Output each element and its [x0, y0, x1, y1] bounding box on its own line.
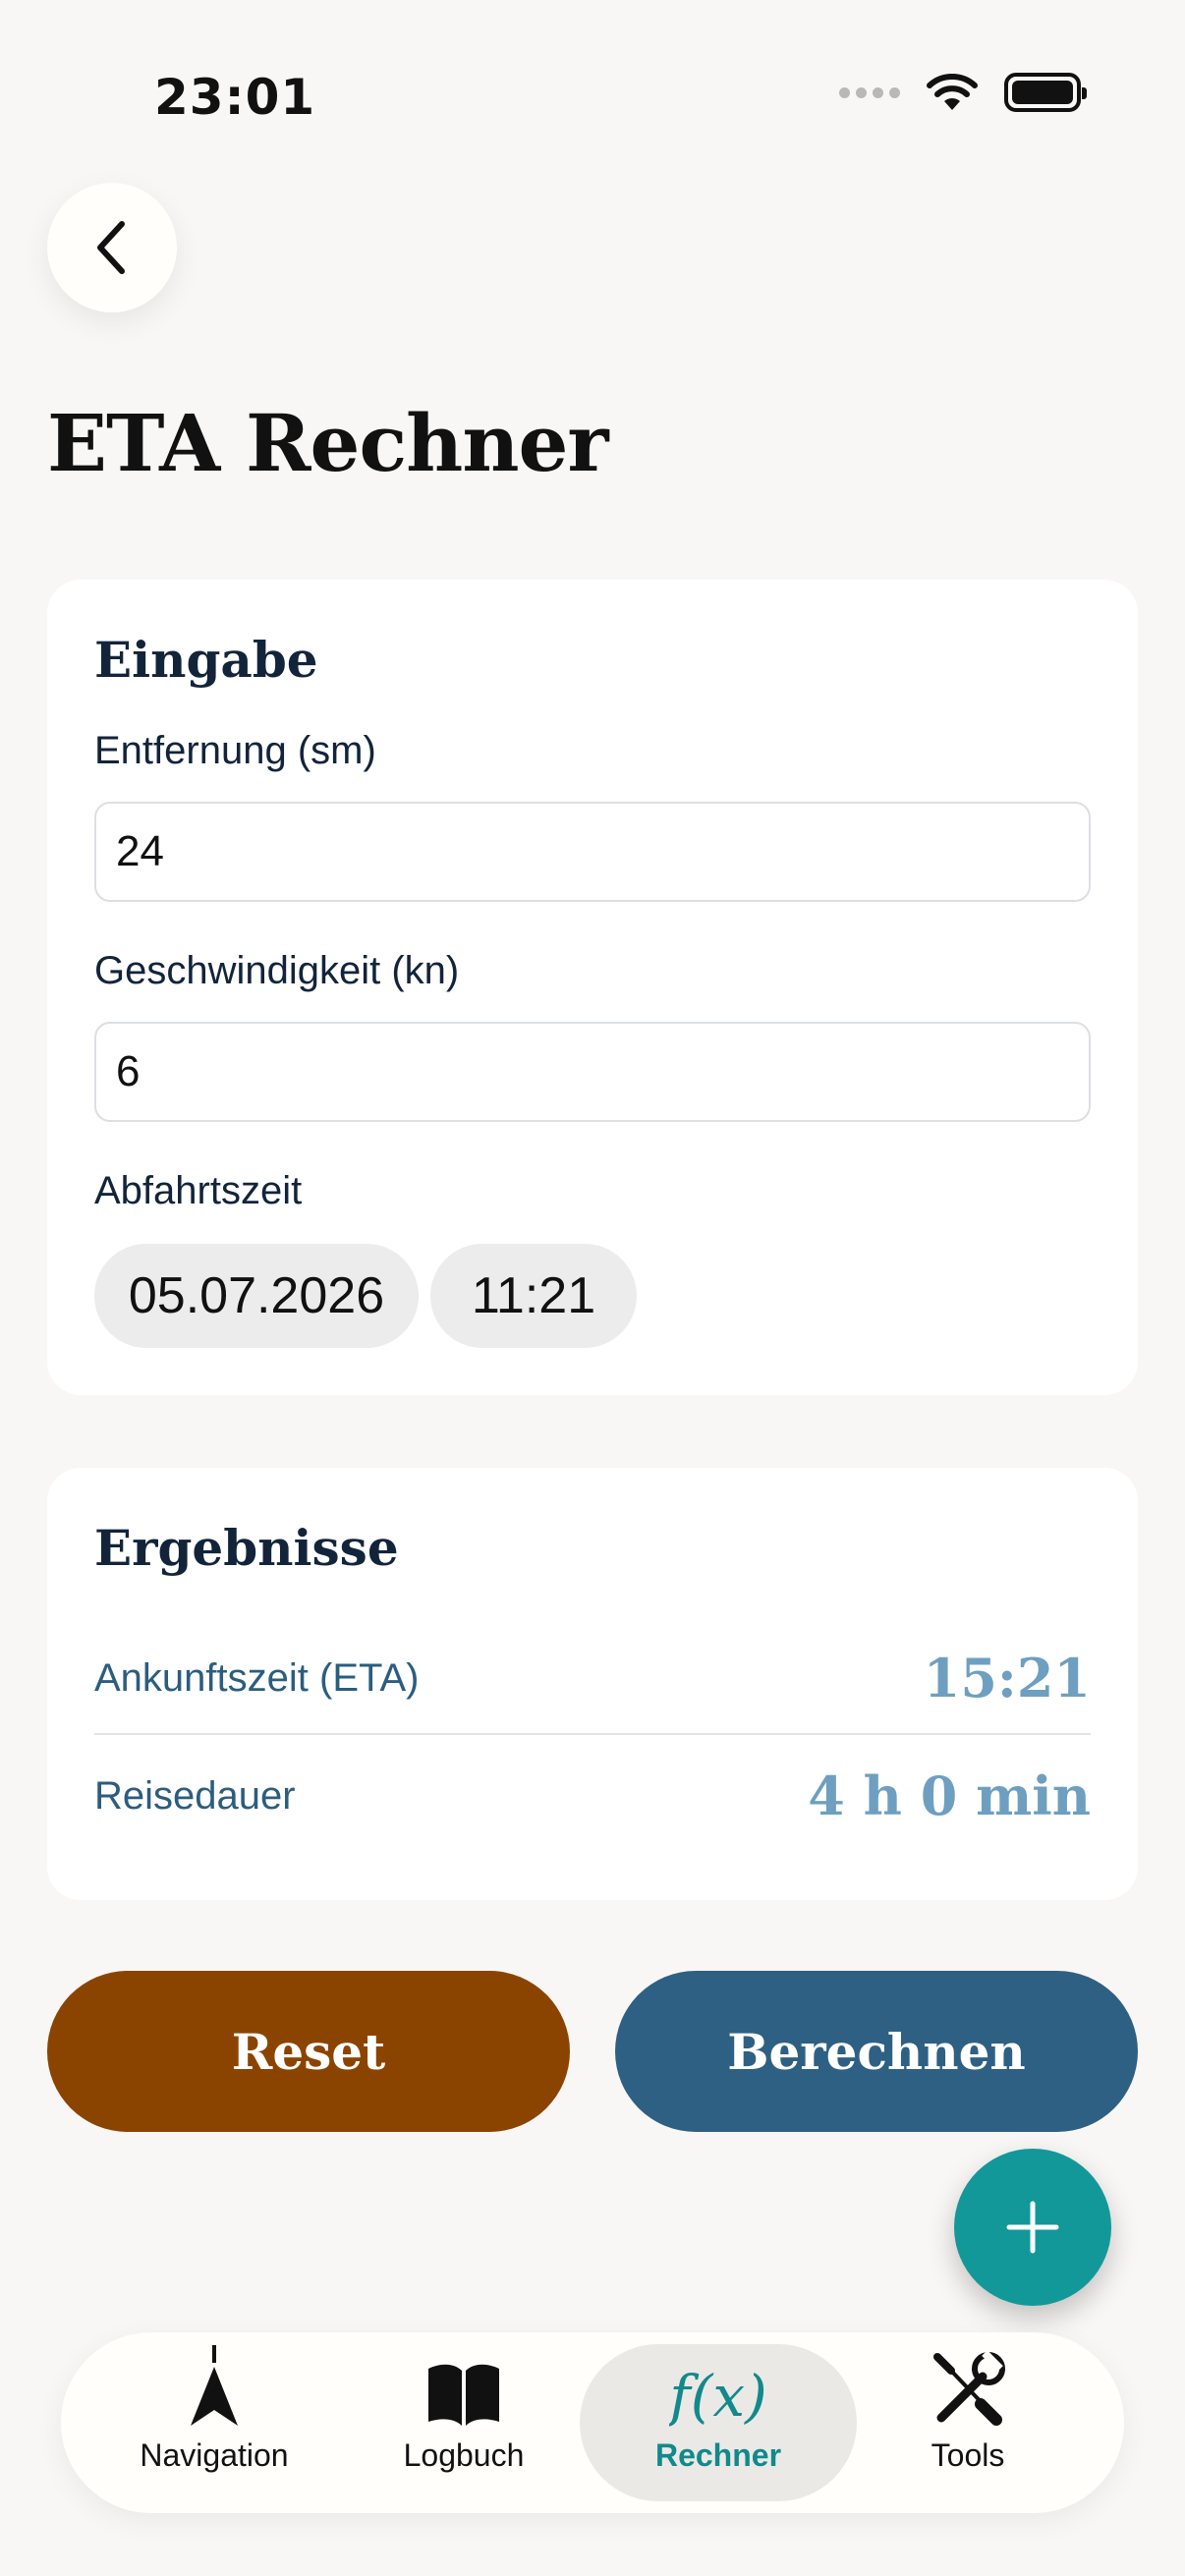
battery-icon — [1004, 73, 1087, 112]
results-card-heading: Ergebnisse — [94, 1519, 399, 1577]
tab-rechner-label: Rechner — [654, 2437, 782, 2473]
eta-value: 15:21 — [923, 1647, 1091, 1709]
page-title: ETA Rechner — [47, 397, 609, 489]
status-icons — [839, 73, 1087, 112]
plus-icon — [1006, 2201, 1059, 2254]
distance-label: Entfernung (sm) — [94, 729, 376, 772]
tools-icon — [928, 2345, 1008, 2428]
tab-logbuch-label: Logbuch — [403, 2437, 525, 2473]
chevron-left-icon — [97, 221, 125, 274]
tab-rechner[interactable]: ƒ(x) Rechner — [580, 2344, 857, 2501]
navigation-arrow-icon — [185, 2345, 244, 2428]
status-time: 23:01 — [154, 69, 316, 126]
tab-tools-label: Tools — [931, 2437, 1005, 2473]
input-card: Eingabe Entfernung (sm) Geschwindigkeit … — [47, 580, 1138, 1395]
eta-calculator-screen: 23:01 ETA Rechner Eingabe Entfernung (sm… — [0, 0, 1185, 2576]
results-divider — [94, 1733, 1091, 1735]
tab-logbuch[interactable]: Logbuch — [325, 2344, 602, 2501]
eta-label: Ankunftszeit (ETA) — [94, 1655, 420, 1700]
results-card: Ergebnisse Ankunftszeit (ETA) 15:21 Reis… — [47, 1468, 1138, 1900]
input-card-heading: Eingabe — [94, 631, 318, 689]
wifi-icon — [927, 74, 978, 110]
function-icon: ƒ(x) — [669, 2345, 767, 2428]
duration-value: 4 h 0 min — [808, 1764, 1091, 1827]
distance-input[interactable] — [94, 802, 1091, 902]
svg-text:ƒ(x): ƒ(x) — [669, 2363, 767, 2428]
duration-label: Reisedauer — [94, 1773, 296, 1818]
departure-time-picker[interactable]: 11:21 — [430, 1244, 637, 1348]
reset-button[interactable]: Reset — [47, 1971, 570, 2132]
tab-tools[interactable]: Tools — [829, 2344, 1106, 2501]
speed-input[interactable] — [94, 1022, 1091, 1122]
departure-label: Abfahrtszeit — [94, 1169, 303, 1212]
bottom-tab-bar: Navigation Logbuch ƒ(x) Rechner Tools — [61, 2332, 1124, 2513]
tab-navigation[interactable]: Navigation — [76, 2344, 353, 2501]
cellular-signal-icon — [839, 86, 900, 98]
back-button[interactable] — [47, 183, 177, 312]
departure-date-picker[interactable]: 05.07.2026 — [94, 1244, 419, 1348]
add-fab-button[interactable] — [954, 2149, 1111, 2306]
open-book-icon — [424, 2345, 503, 2428]
calculate-button[interactable]: Berechnen — [615, 1971, 1138, 2132]
result-row-eta: Ankunftszeit (ETA) 15:21 — [94, 1619, 1091, 1737]
speed-label: Geschwindigkeit (kn) — [94, 949, 460, 992]
result-row-duration: Reisedauer 4 h 0 min — [94, 1737, 1091, 1855]
tab-navigation-label: Navigation — [140, 2437, 289, 2473]
